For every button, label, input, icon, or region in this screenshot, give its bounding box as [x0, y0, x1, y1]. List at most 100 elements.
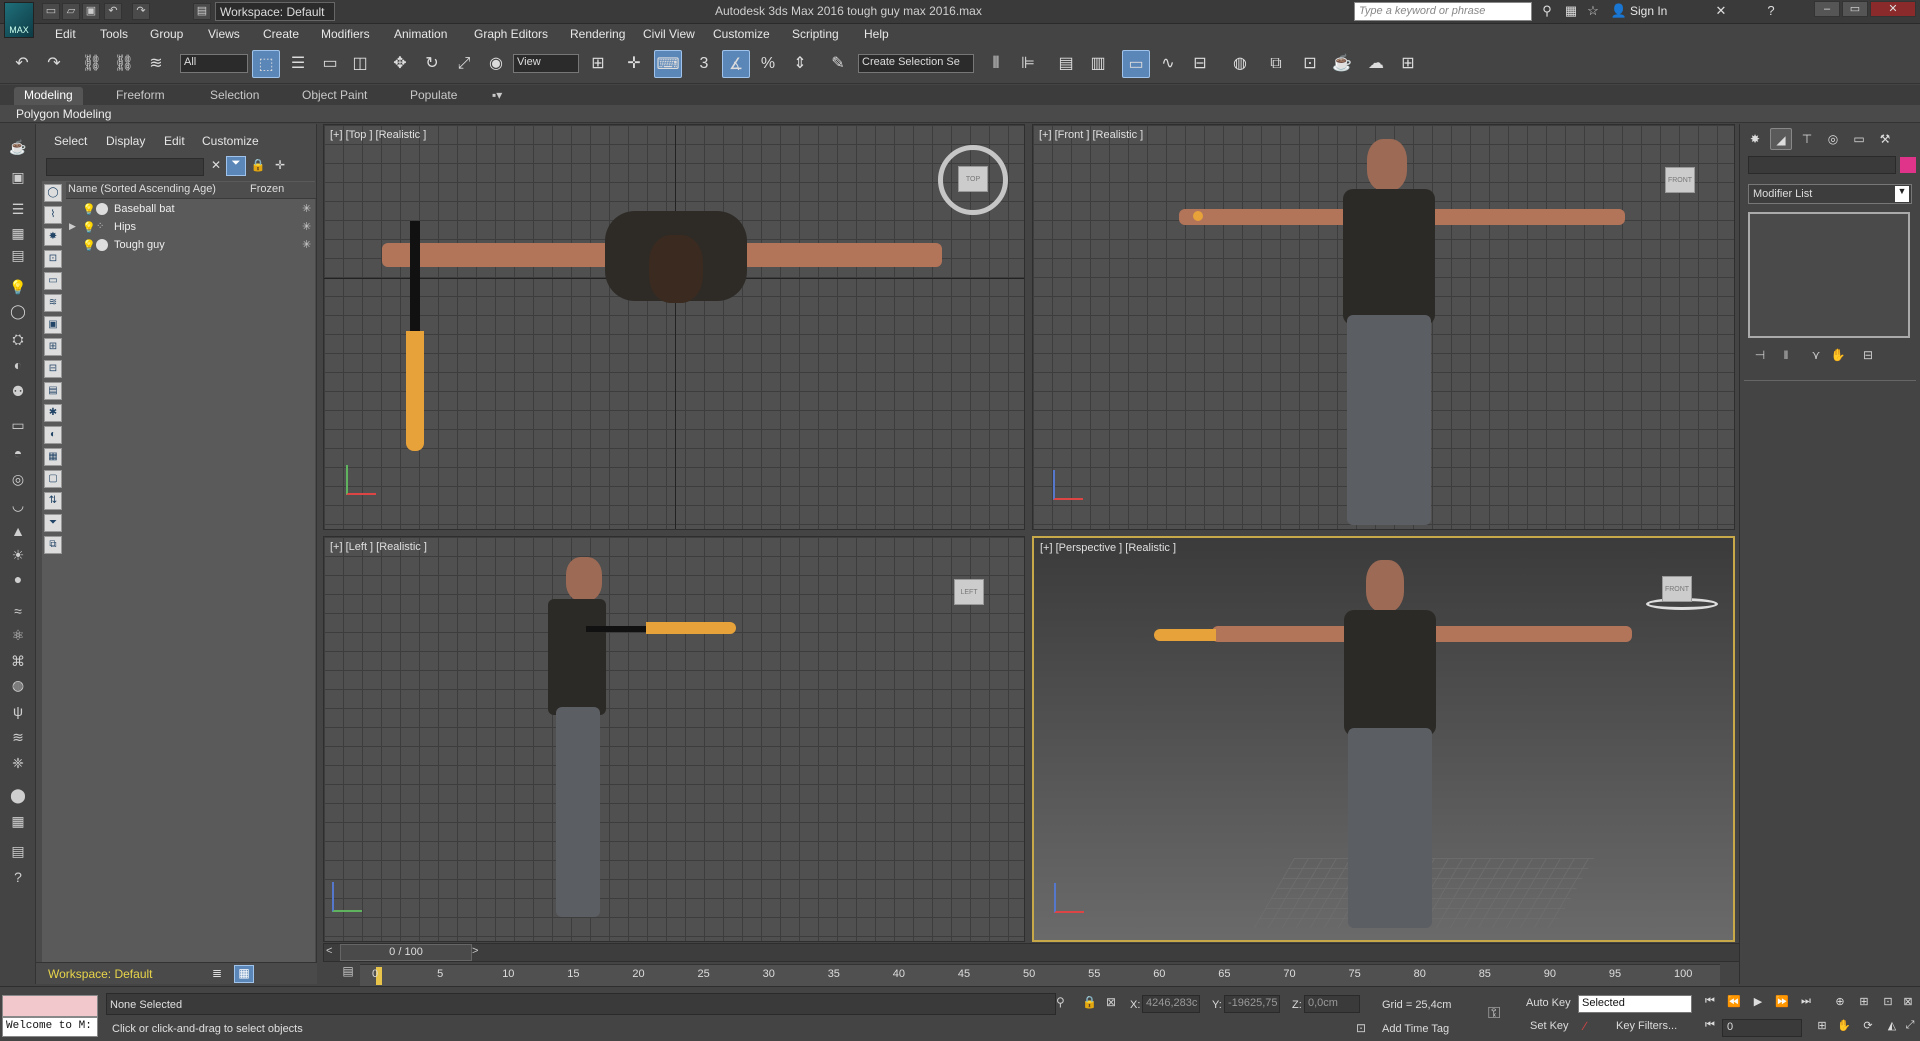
zoom-extents-icon[interactable]: ⊡	[1878, 995, 1898, 1013]
time-tag-icon[interactable]: ⊡	[1356, 1021, 1366, 1035]
link-icon[interactable]: ⛓	[78, 50, 106, 78]
isolate-icon[interactable]: ⚲	[1056, 995, 1065, 1009]
display-lights-icon[interactable]: ✸	[44, 228, 62, 246]
edit-named-selection-icon[interactable]: ✎	[824, 50, 852, 78]
display-cameras-icon[interactable]: ⊡	[44, 250, 62, 268]
viewport-label[interactable]: [+] [Perspective ] [Realistic ]	[1040, 542, 1176, 554]
unlink-icon[interactable]: ⛓	[110, 50, 138, 78]
sphere-icon[interactable]: ●	[6, 568, 30, 590]
menu-create[interactable]: Create	[263, 27, 299, 41]
fur-icon[interactable]: ❈	[6, 752, 30, 774]
display-none-icon[interactable]: ▢	[44, 470, 62, 488]
menu-modifiers[interactable]: Modifiers	[321, 27, 370, 41]
z-coordinate-field[interactable]: 0,0cm	[1304, 995, 1360, 1013]
white-sphere-icon[interactable]: ⬤	[6, 784, 30, 806]
display-invert-icon[interactable]: ⇅	[44, 492, 62, 510]
render-in-cloud-icon[interactable]: ☁	[1362, 50, 1390, 78]
x-coordinate-field[interactable]: 4246,283c	[1142, 995, 1200, 1013]
question-icon[interactable]: ?	[6, 866, 30, 888]
viewcube[interactable]: LEFT	[954, 579, 984, 605]
tangent-icon[interactable]: ∕	[1584, 1019, 1586, 1033]
placement-icon[interactable]: ◉	[482, 50, 510, 78]
workspace-dropdown[interactable]: Workspace: Default	[215, 2, 335, 21]
clear-search-icon[interactable]: ✕	[208, 158, 224, 176]
list-icon[interactable]: ☰	[6, 198, 30, 220]
grass-icon[interactable]: ψ	[6, 700, 30, 722]
viewcube[interactable]: FRONT	[1665, 167, 1695, 193]
keyboard-shortcut-override-icon[interactable]: ⌨	[654, 50, 682, 78]
pan-icon[interactable]: ✋	[1834, 1019, 1854, 1037]
globe-icon[interactable]: ◍	[6, 674, 30, 696]
display-children-icon[interactable]: ⏷	[44, 514, 62, 532]
scale-icon[interactable]: ⤢	[450, 50, 478, 78]
display-containers-icon[interactable]: ▤	[44, 382, 62, 400]
menu-rendering[interactable]: Rendering	[570, 27, 625, 41]
list-item[interactable]: 💡 Baseball bat ✳	[66, 201, 316, 219]
menu-views[interactable]: Views	[208, 27, 240, 41]
render-setup-icon[interactable]: ⧉	[1262, 50, 1290, 78]
bind-spacewarp-icon[interactable]: ≋	[142, 50, 170, 78]
menu-customize[interactable]: Customize	[713, 27, 770, 41]
material-editor-icon[interactable]: ◍	[1226, 50, 1254, 78]
snaps-toggle-icon[interactable]: 3	[690, 50, 718, 78]
display-geometry-icon[interactable]: ◯	[44, 184, 62, 202]
chevron-down-icon[interactable]: ▼	[1895, 186, 1909, 202]
people-icon[interactable]: ⚉	[6, 380, 30, 402]
select-object-icon[interactable]: ⬚	[252, 50, 280, 78]
explorer-menu-customize[interactable]: Customize	[202, 134, 259, 148]
modifier-stack[interactable]	[1748, 212, 1910, 338]
rectangular-selection-icon[interactable]: ▭	[316, 50, 344, 78]
pivot-center-icon[interactable]: ⊞	[584, 50, 612, 78]
display-all-icon[interactable]: ▦	[44, 448, 62, 466]
menu-tools[interactable]: Tools	[100, 27, 128, 41]
frozen-column-header[interactable]: Frozen	[250, 183, 284, 195]
list-item[interactable]: ▶ 💡 ⁘ Hips ✳	[66, 219, 316, 237]
make-unique-icon[interactable]: ⋎	[1806, 348, 1826, 366]
viewcube[interactable]: FRONT	[1662, 576, 1692, 602]
lattice-icon[interactable]: ⌘	[6, 650, 30, 672]
ring-icon[interactable]: ◎	[6, 468, 30, 490]
calculator-icon[interactable]: ▦	[6, 810, 30, 832]
next-frame-icon[interactable]: ⏩	[1772, 995, 1792, 1013]
render-frame-icon[interactable]: ▣	[6, 166, 30, 188]
help-icon[interactable]: ?	[1762, 3, 1780, 20]
object-color-swatch[interactable]	[1900, 157, 1916, 173]
viewport-perspective[interactable]: [+] [Perspective ] [Realistic ] FRONT	[1032, 536, 1735, 942]
display-hidden-icon[interactable]: ◐	[44, 426, 62, 444]
mirror-icon[interactable]: ⫴	[982, 50, 1010, 78]
user-icon[interactable]: 👤	[1610, 3, 1628, 20]
maximize-button[interactable]: ▭	[1842, 1, 1868, 17]
display-helpers-icon[interactable]: ▭	[44, 272, 62, 290]
menu-scripting[interactable]: Scripting	[792, 27, 839, 41]
table-icon[interactable]: ▤	[6, 244, 30, 266]
light-icon[interactable]: 💡	[6, 276, 30, 298]
app-logo[interactable]: MAX	[4, 2, 34, 38]
add-time-tag-button[interactable]: Add Time Tag	[1382, 1023, 1449, 1035]
frozen-snowflake-icon[interactable]: ✳	[302, 220, 311, 233]
hierarchy-tab-icon[interactable]: ⊤	[1796, 128, 1818, 150]
rendered-frame-window-icon[interactable]: ⊡	[1296, 50, 1324, 78]
redo-icon[interactable]: ↷	[40, 50, 68, 78]
set-key-button[interactable]: Set Key	[1530, 1020, 1569, 1032]
teapot-icon[interactable]: ☕	[6, 136, 30, 158]
display-shapes-icon[interactable]: ⌇	[44, 206, 62, 224]
display-groups-icon[interactable]: ▣	[44, 316, 62, 334]
helper-icon[interactable]: ◐	[6, 354, 30, 376]
window-crossing-icon[interactable]: ◫	[346, 50, 374, 78]
tab-populate[interactable]: Populate	[400, 87, 467, 105]
y-coordinate-field[interactable]: -19625,75	[1224, 995, 1280, 1013]
molecule-icon[interactable]: ⚛	[6, 624, 30, 646]
exchange-apps-icon[interactable]: ✕	[1712, 3, 1730, 20]
save-file-icon[interactable]: ▣	[82, 3, 100, 20]
viewport-top[interactable]: [+] [Top ] [Realistic ] TOP	[323, 124, 1025, 530]
scene-explorer-toggle-icon[interactable]: ▦	[234, 965, 254, 983]
track-bar[interactable]: 0 5 10 15 20 25 30 35 40 45 50 55 60 65 70 75 80 85 90 95 10…	[360, 964, 1720, 986]
modifier-list-dropdown[interactable]: Modifier List ▼	[1748, 184, 1912, 204]
binoculars-icon[interactable]: ⚲	[1538, 3, 1556, 20]
dome-icon[interactable]: ◓	[6, 442, 30, 464]
modify-tab-icon[interactable]: ◢	[1770, 128, 1792, 150]
visibility-bulb-icon[interactable]: 💡	[82, 221, 96, 234]
key-filters-button[interactable]: Key Filters...	[1616, 1020, 1677, 1032]
zoom-extents-all-icon[interactable]: ⊠	[1898, 995, 1918, 1013]
lock-icon[interactable]: 🔒	[250, 158, 266, 176]
